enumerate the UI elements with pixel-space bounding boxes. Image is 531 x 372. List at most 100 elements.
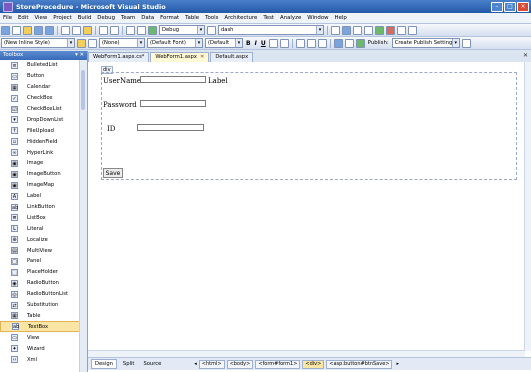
split-view-button[interactable]: Split [120,360,138,368]
save-button[interactable]: Save [103,168,123,178]
close-tab-icon[interactable]: ✕ [200,54,204,60]
breadcrumb-html[interactable]: <html> [198,359,225,369]
attach-style-icon[interactable] [88,38,97,48]
toolbox-item[interactable]: ▭ Button [0,71,80,82]
toolbox-item-selected[interactable]: ab TextBox [0,321,80,333]
menu-debug[interactable]: Debug [94,15,118,21]
chevron-right-icon[interactable]: ▸ [396,361,399,367]
toolbox-item[interactable]: ▣ ImageMap [0,180,80,191]
find-combo[interactable]: dash ▾ [218,25,324,35]
toolbox-item[interactable]: ab LinkButton [0,202,80,213]
toolbox-item[interactable]: ‹› Xml [0,354,80,365]
solution-config-combo[interactable]: Debug ▾ [159,25,205,35]
start-page-icon[interactable] [386,25,395,35]
open-file-icon[interactable] [23,25,32,35]
platform-icon[interactable] [207,25,216,35]
bold-button[interactable]: B [246,40,251,47]
block-format-combo[interactable]: (None) ▾ [99,38,145,48]
design-view-button[interactable]: Design [91,359,117,369]
toolbox-icon[interactable] [375,25,384,35]
solution-explorer-icon[interactable] [342,25,351,35]
horizontal-scrollbar[interactable] [88,350,525,357]
toolbox-item[interactable]: ✓ CheckBox [0,93,80,104]
font-name-combo[interactable]: (Default Font) ▾ [147,38,203,48]
close-document-icon[interactable]: ✕ [523,52,528,59]
hyperlink-icon[interactable] [344,38,354,48]
menu-analyze[interactable]: Analyze [277,15,304,21]
toolbox-item[interactable]: A Label [0,191,80,202]
menu-test[interactable]: Test [260,15,277,21]
extension-manager-icon[interactable] [397,25,406,35]
cut-icon[interactable] [61,25,70,35]
maximize-button[interactable]: □ [504,2,516,12]
menu-file[interactable]: File [0,15,15,21]
bullets-icon[interactable] [306,38,316,48]
toolbox-item[interactable]: ↑ FileUpload [0,125,80,136]
italic-button[interactable]: I [255,40,257,47]
new-style-icon[interactable] [77,38,86,48]
form-div[interactable]: UserName Label Password ID Save [101,72,517,180]
menu-help[interactable]: Help [332,15,350,21]
toolbox-item[interactable]: ≡ BulletedList [0,60,80,71]
toolbox-item[interactable]: ∞ HyperLink [0,147,80,158]
toolbox-item[interactable]: ▭ View [0,332,80,343]
toolbox-item[interactable]: ▫ HiddenField [0,136,80,147]
menu-view[interactable]: View [31,15,50,21]
start-debugging-icon[interactable] [148,25,157,35]
style-combo[interactable]: (New Inline Style) ▾ [1,38,75,48]
properties-icon[interactable] [353,25,362,35]
scrollbar-thumb[interactable] [81,70,85,110]
menu-edit[interactable]: Edit [15,15,31,21]
breadcrumb-button[interactable]: <asp:button#btnSave> [326,359,393,369]
breadcrumb-body[interactable]: <body> [226,359,254,369]
toolbox-item[interactable]: ▣ Image [0,158,80,169]
navigate-forward-icon[interactable] [137,25,146,35]
toolbox-item[interactable]: ▦ Table [0,310,80,321]
toolbox-item[interactable]: ▾ DropDownList [0,114,80,125]
object-browser-icon[interactable] [364,25,373,35]
highlight-icon[interactable] [279,38,289,48]
menu-build[interactable]: Build [75,15,95,21]
find-in-files-icon[interactable] [331,25,340,35]
tab-default-aspx[interactable]: Default.aspx [210,52,254,62]
command-window-icon[interactable] [408,25,417,35]
breadcrumb-div[interactable]: <div> [302,359,325,369]
toolbox-item[interactable]: ⬚ PlaceHolder [0,267,80,278]
design-surface[interactable]: div UserName Label Password ID Save [88,62,531,357]
menu-tools[interactable]: Tools [202,15,221,21]
menu-project[interactable]: Project [50,15,74,21]
toolbox-item[interactable]: L Literal [0,223,80,234]
toolbox-item[interactable]: □ Panel [0,256,80,267]
menu-table[interactable]: Table [182,15,202,21]
insert-table-icon[interactable] [333,38,343,48]
add-item-icon[interactable] [12,25,21,35]
undo-icon[interactable] [99,25,108,35]
web-publish-icon[interactable] [355,38,365,48]
password-textbox[interactable] [140,100,206,107]
toolbox-item[interactable]: ▤ MultiView [0,245,80,256]
menu-architecture[interactable]: Architecture [221,15,260,21]
username-textbox[interactable] [140,76,206,83]
save-all-icon[interactable] [45,25,54,35]
minimize-button[interactable]: – [491,2,503,12]
toolbox-item[interactable]: ☑ CheckBoxList [0,104,80,115]
tab-webform1-cs[interactable]: WebForm1.aspx.cs* [88,52,150,62]
breadcrumb-form[interactable]: <form#form1> [255,359,301,369]
toolbox-item[interactable]: ✦ Wizard [0,343,80,354]
underline-button[interactable]: U [261,40,266,47]
menu-format[interactable]: Format [157,15,182,21]
toolbox-item[interactable]: ⇄ Substitution [0,300,80,311]
chevron-left-icon[interactable]: ◂ [194,361,197,367]
tab-webform1-aspx[interactable]: WebForm1.aspx ✕ [150,52,210,62]
toolbox-item[interactable]: ◎ RadioButtonList [0,289,80,300]
toolbox-item[interactable]: ▣ ImageButton [0,169,80,180]
source-view-button[interactable]: Source [140,360,164,368]
save-icon[interactable] [34,25,43,35]
paste-icon[interactable] [83,25,92,35]
menu-window[interactable]: Window [304,15,331,21]
publish-combo[interactable]: Create Publish Settings ▾ [391,38,460,48]
navigate-back-icon[interactable] [126,25,135,35]
copy-icon[interactable] [72,25,81,35]
numbering-icon[interactable] [317,38,327,48]
toolbox-item[interactable]: ◉ RadioButton [0,278,80,289]
